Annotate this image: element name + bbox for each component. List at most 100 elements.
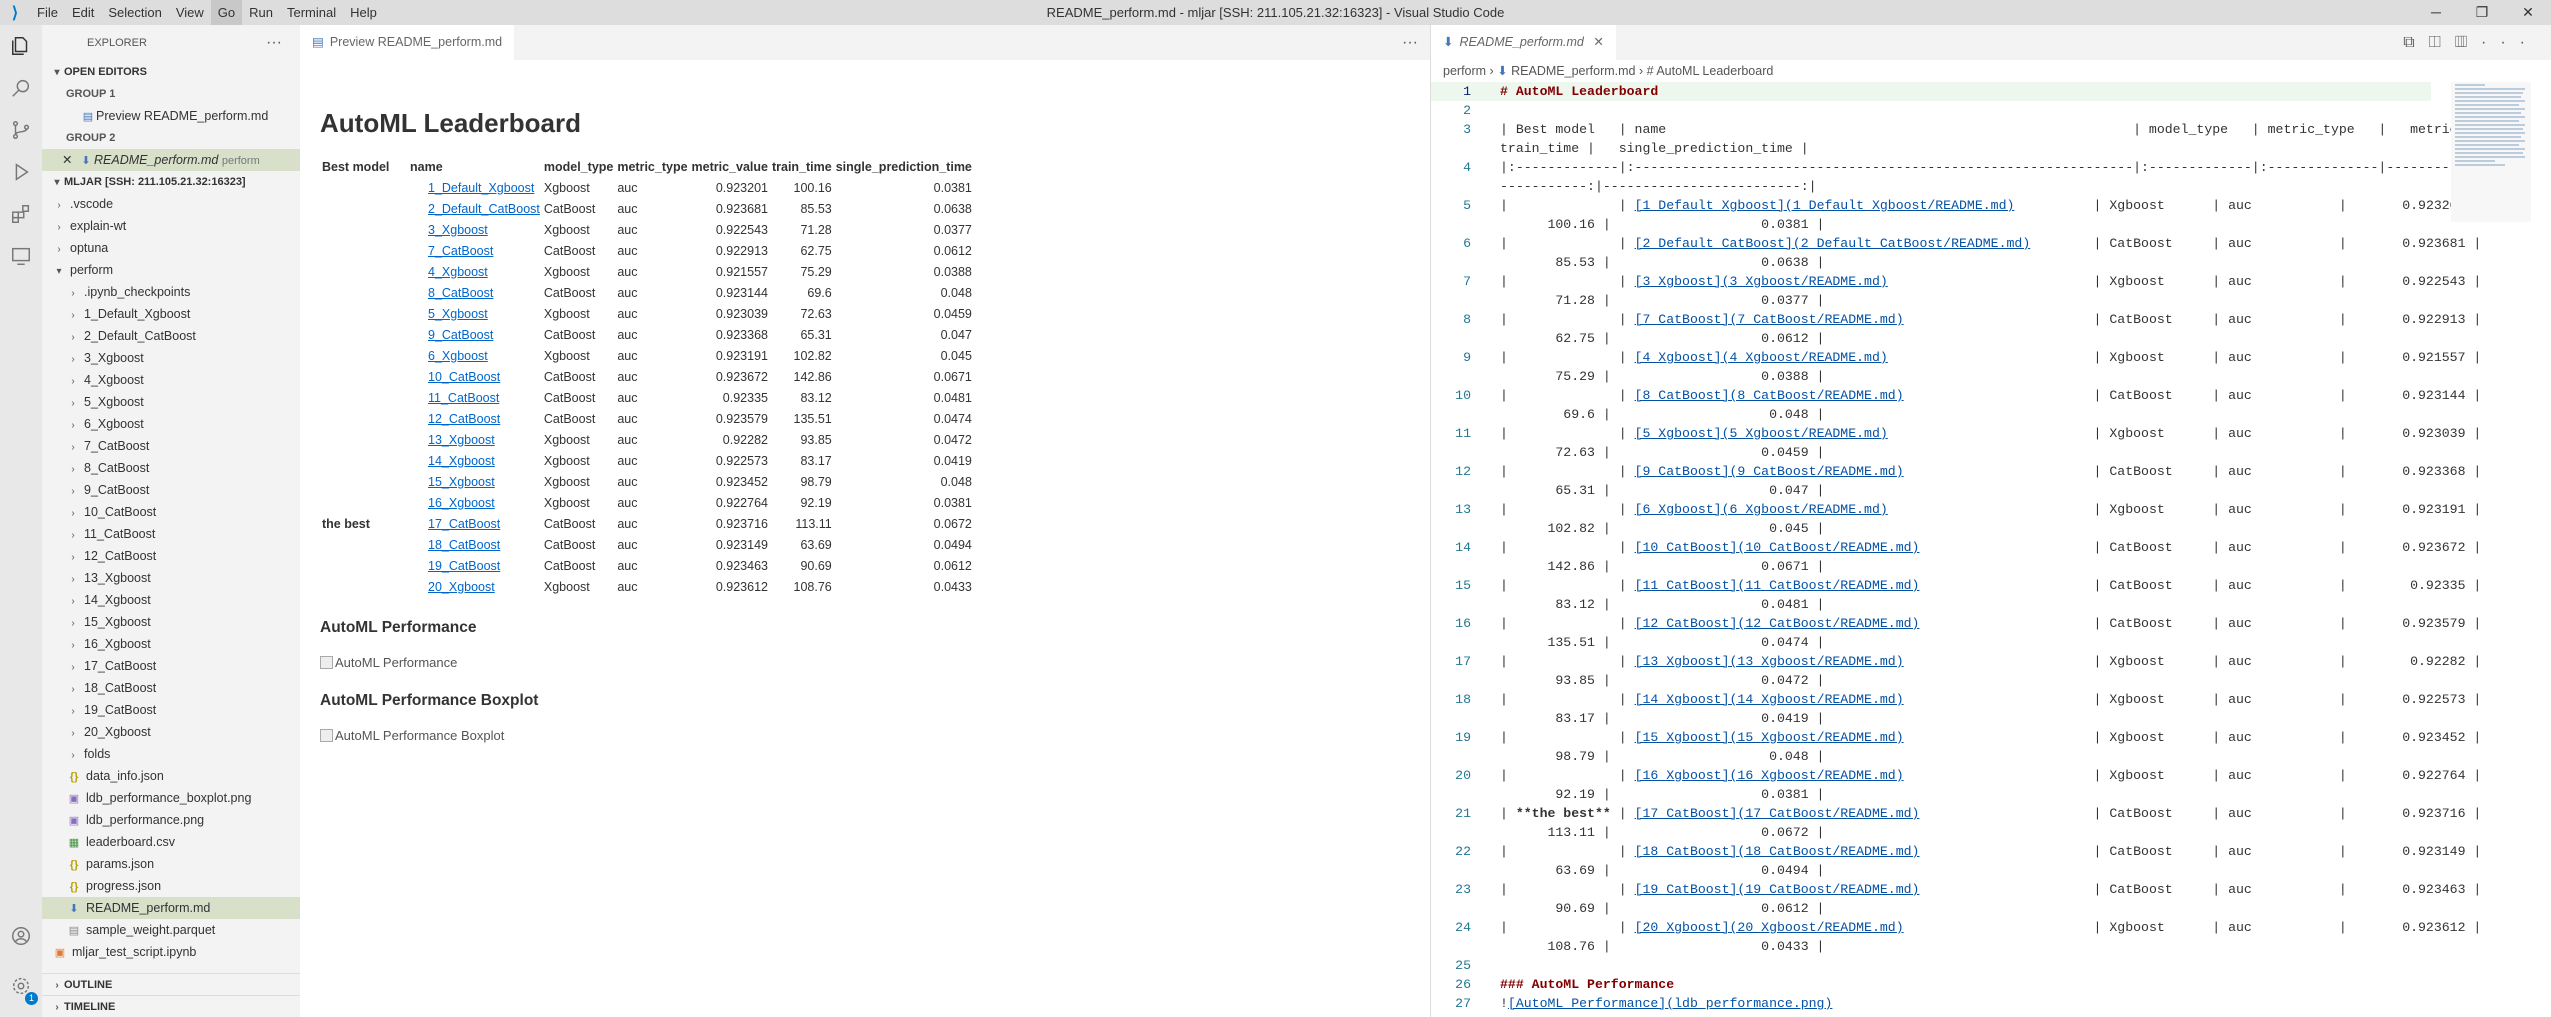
code-link[interactable]: [9_CatBoost](9_CatBoost/README.md) [1635,464,1904,479]
code-link[interactable]: [14_Xgboost](14_Xgboost/README.md) [1635,692,1904,707]
minimap[interactable] [2451,82,2531,222]
menu-view[interactable]: View [169,0,211,25]
minimize-button[interactable]: ─ [2413,0,2459,25]
more-actions-icon[interactable]: ··· [266,25,282,61]
explorer-icon[interactable] [0,25,42,67]
model-link[interactable]: 4_Xgboost [428,265,488,279]
tab-readme-source[interactable]: ⬇ README_perform.md ✕ [1431,25,1616,60]
outline-section[interactable]: › OUTLINE [42,973,300,995]
tree-item[interactable]: › 17_CatBoost [42,655,300,677]
code-link[interactable]: [8_CatBoost](8_CatBoost/README.md) [1635,388,1904,403]
model-link[interactable]: 16_Xgboost [428,496,495,510]
model-link[interactable]: 17_CatBoost [428,517,500,531]
tree-item[interactable]: › 5_Xgboost [42,391,300,413]
code-link[interactable]: [2_Default_CatBoost](2_Default_CatBoost/… [1635,236,2031,251]
model-link[interactable]: 8_CatBoost [428,286,493,300]
code-link[interactable]: [3_Xgboost](3_Xgboost/README.md) [1635,274,1888,289]
tree-item[interactable]: › .vscode [42,193,300,215]
tree-item[interactable]: › 18_CatBoost [42,677,300,699]
menu-help[interactable]: Help [343,0,384,25]
remote-explorer-icon[interactable] [0,235,42,277]
tree-item[interactable]: › 6_Xgboost [42,413,300,435]
menu-terminal[interactable]: Terminal [280,0,343,25]
tree-item[interactable]: › 20_Xgboost [42,721,300,743]
account-icon[interactable] [0,915,42,957]
code-link[interactable]: [20_Xgboost](20_Xgboost/README.md) [1635,920,1904,935]
model-link[interactable]: 19_CatBoost [428,559,500,573]
tree-item[interactable]: › 4_Xgboost [42,369,300,391]
tree-item[interactable]: › explain-wt [42,215,300,237]
tree-item[interactable]: ⬇ README_perform.md [42,897,300,919]
model-link[interactable]: 14_Xgboost [428,454,495,468]
source-control-icon[interactable] [0,109,42,151]
model-link[interactable]: 11_CatBoost [428,391,499,405]
model-link[interactable]: 13_Xgboost [428,433,495,447]
tree-item[interactable]: › 14_Xgboost [42,589,300,611]
tree-item[interactable]: › optuna [42,237,300,259]
close-editor-icon[interactable]: ✕ [62,149,78,171]
close-tab-icon[interactable]: ✕ [1593,35,1603,49]
tree-item[interactable]: ▤ sample_weight.parquet [42,919,300,941]
tree-item[interactable]: › 11_CatBoost [42,523,300,545]
tree-item[interactable]: › 3_Xgboost [42,347,300,369]
open-editor-item-readme[interactable]: ✕ ⬇ README_perform.md perform [42,149,300,171]
model-link[interactable]: 15_Xgboost [428,475,495,489]
code-link[interactable]: [6_Xgboost](6_Xgboost/README.md) [1635,502,1888,517]
code-link[interactable]: [13_Xgboost](13_Xgboost/README.md) [1635,654,1904,669]
code-link[interactable]: [15_Xgboost](15_Xgboost/README.md) [1635,730,1904,745]
model-link[interactable]: 9_CatBoost [428,328,493,342]
model-link[interactable]: 18_CatBoost [428,538,500,552]
timeline-section[interactable]: › TIMELINE [42,995,300,1017]
code-link[interactable]: [18_CatBoost](18_CatBoost/README.md) [1635,844,1920,859]
tree-item[interactable]: {} progress.json [42,875,300,897]
run-debug-icon[interactable] [0,151,42,193]
open-editors-section[interactable]: ▾ OPEN EDITORS [42,61,300,83]
model-link[interactable]: 10_CatBoost [428,370,500,384]
menu-go[interactable]: Go [210,0,243,25]
tree-item[interactable]: › .ipynb_checkpoints [42,281,300,303]
code-link[interactable]: [19_CatBoost](19_CatBoost/README.md) [1635,882,1920,897]
code-link[interactable]: [AutoML Performance](ldb_performance.png… [1508,996,1832,1011]
tree-item[interactable]: ▾ perform [42,259,300,281]
tree-item[interactable]: › folds [42,743,300,765]
code-link[interactable]: [4_Xgboost](4_Xgboost/README.md) [1635,350,1888,365]
tree-item[interactable]: › 13_Xgboost [42,567,300,589]
menu-selection[interactable]: Selection [101,0,168,25]
tree-item[interactable]: › 9_CatBoost [42,479,300,501]
tab-preview-readme[interactable]: ▤ Preview README_perform.md [300,25,515,60]
tree-item[interactable]: › 10_CatBoost [42,501,300,523]
model-link[interactable]: 7_CatBoost [428,244,493,258]
tree-item[interactable]: › 15_Xgboost [42,611,300,633]
tree-item[interactable]: {} params.json [42,853,300,875]
tree-item[interactable]: ▣ mljar_test_script.ipynb [42,941,300,963]
tree-item[interactable]: ▣ ldb_performance_boxplot.png [42,787,300,809]
model-link[interactable]: 12_CatBoost [428,412,500,426]
settings-gear-icon[interactable]: 1 [0,965,42,1007]
tree-item[interactable]: ▣ ldb_performance.png [42,809,300,831]
code-link[interactable]: [1_Default_Xgboost](1_Default_Xgboost/RE… [1635,198,2015,213]
breadcrumb-symbol[interactable]: # AutoML Leaderboard [1647,64,1774,78]
tree-item[interactable]: › 2_Default_CatBoost [42,325,300,347]
code-link[interactable]: [10_CatBoost](10_CatBoost/README.md) [1635,540,1920,555]
tree-item[interactable]: › 12_CatBoost [42,545,300,567]
code-link[interactable]: [12_CatBoost](12_CatBoost/README.md) [1635,616,1920,631]
breadcrumb-folder[interactable]: perform [1443,64,1486,78]
code-editor[interactable]: 1 # AutoML Leaderboard 2 3 | Best model | na… [1431,82,2521,1013]
tree-item[interactable]: › 16_Xgboost [42,633,300,655]
tree-item[interactable]: › 8_CatBoost [42,457,300,479]
model-link[interactable]: 20_Xgboost [428,580,495,594]
tree-item[interactable]: ▦ leaderboard.csv [42,831,300,853]
code-link[interactable]: [16_Xgboost](16_Xgboost/README.md) [1635,768,1904,783]
close-window-button[interactable]: ✕ [2505,0,2551,25]
model-link[interactable]: 2_Default_CatBoost [428,202,540,216]
search-icon[interactable] [0,67,42,109]
restore-button[interactable]: ❐ [2459,0,2505,25]
model-link[interactable]: 6_Xgboost [428,349,488,363]
model-link[interactable]: 5_Xgboost [428,307,488,321]
editor-actions[interactable]: ⧉◫▥··· [2403,25,2539,60]
extensions-icon[interactable] [0,193,42,235]
tree-item[interactable]: {} data_info.json [42,765,300,787]
more-actions-icon[interactable]: ··· [1402,25,1418,60]
code-link[interactable]: [7_CatBoost](7_CatBoost/README.md) [1635,312,1904,327]
menu-run[interactable]: Run [242,0,280,25]
